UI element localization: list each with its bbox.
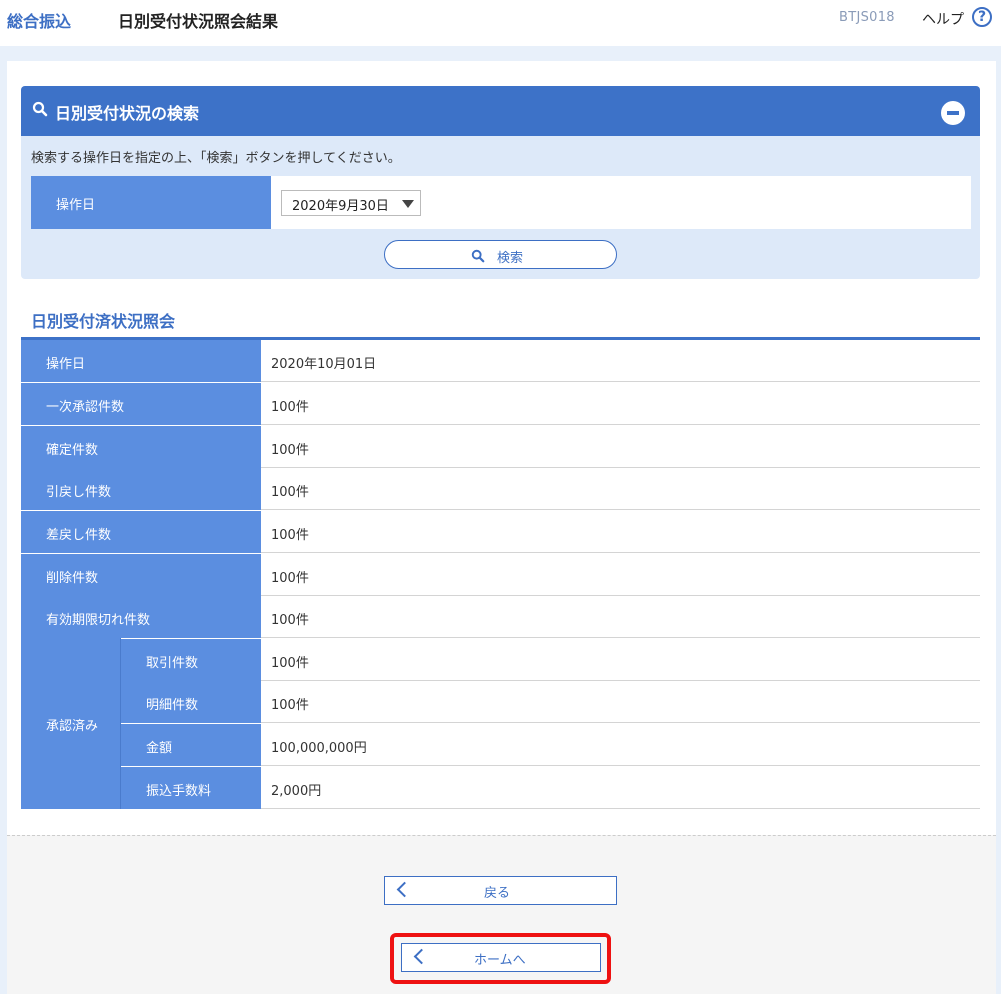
row-value: 100件 xyxy=(271,613,309,628)
row-label: 明細件数 xyxy=(146,698,199,713)
row-header: 一次承認件数 xyxy=(21,383,261,425)
row-header: 引戻し件数 xyxy=(21,468,261,510)
operation-date-select[interactable]: 2020年9月30日 xyxy=(281,190,421,216)
search-description: 検索する操作日を指定の上、「検索」ボタンを押してください。 xyxy=(31,151,401,166)
search-date-row: 操作日 2020年9月30日 xyxy=(31,176,971,229)
row-value: 100件 xyxy=(271,571,309,586)
row-label: 操作日 xyxy=(46,357,86,372)
back-button-label: 戻る xyxy=(484,886,511,901)
search-icon xyxy=(32,101,48,121)
table-row: 引戻し件数 100件 xyxy=(21,468,980,510)
row-value: 100件 xyxy=(271,656,309,671)
sub-row-header: 明細件数 xyxy=(121,681,261,723)
table-row: 有効期限切れ件数 100件 xyxy=(21,596,980,638)
help-icon[interactable]: ? xyxy=(972,7,992,27)
date-label: 操作日 xyxy=(31,176,271,229)
table-row: 操作日 2020年10月01日 xyxy=(21,340,980,382)
search-icon xyxy=(471,248,485,267)
row-value: 2020年10月01日 xyxy=(271,357,377,372)
row-value: 100件 xyxy=(271,400,309,415)
row-value: 100,000,000円 xyxy=(271,741,367,756)
search-panel-title: 日別受付状況の検索 xyxy=(55,104,200,123)
main-card: 日別受付状況の検索 検索する操作日を指定の上、「検索」ボタンを押してください。 … xyxy=(7,61,996,994)
approved-group-header: 承認済み xyxy=(21,638,121,809)
table-row: 金額 100,000,000円 xyxy=(21,724,980,766)
table-row: 振込手数料 2,000円 xyxy=(21,767,980,809)
row-label: 振込手数料 xyxy=(146,784,212,799)
row-label: 金額 xyxy=(146,741,173,756)
row-value: 100件 xyxy=(271,443,309,458)
top-bar: 総合振込 日別受付状況照会結果 BTJS018 ヘルプ ? xyxy=(0,0,1001,46)
date-label-text: 操作日 xyxy=(56,198,96,213)
back-button[interactable]: 戻る xyxy=(384,876,617,905)
table-row: 取引件数 100件 xyxy=(21,639,980,681)
help-link[interactable]: ヘルプ xyxy=(922,9,964,29)
table-row: 削除件数 100件 xyxy=(21,554,980,596)
dropdown-arrow-icon xyxy=(402,200,414,208)
sub-row-header: 取引件数 xyxy=(121,639,261,681)
row-value: 100件 xyxy=(271,528,309,543)
table-row: 一次承認件数 100件 xyxy=(21,383,980,425)
row-value: 2,000円 xyxy=(271,784,322,799)
row-label: 削除件数 xyxy=(46,571,99,586)
chevron-left-icon xyxy=(413,948,430,965)
chevron-left-icon xyxy=(396,881,413,898)
search-button[interactable]: 検索 xyxy=(384,240,617,269)
row-value: 100件 xyxy=(271,698,309,713)
row-header: 差戻し件数 xyxy=(21,511,261,553)
search-panel-header: 日別受付状況の検索 xyxy=(21,86,980,136)
row-label: 有効期限切れ件数 xyxy=(46,613,151,628)
table-row: 差戻し件数 100件 xyxy=(21,511,980,553)
results-section-title: 日別受付済状況照会 xyxy=(31,312,176,331)
row-label: 確定件数 xyxy=(46,443,99,458)
row-header: 削除件数 xyxy=(21,554,261,596)
sub-row-header: 振込手数料 xyxy=(121,767,261,809)
row-label: 差戻し件数 xyxy=(46,528,112,543)
operation-date-value: 2020年9月30日 xyxy=(292,199,389,214)
search-panel: 日別受付状況の検索 検索する操作日を指定の上、「検索」ボタンを押してください。 … xyxy=(21,86,980,279)
action-area: 戻る ホームへ xyxy=(7,835,996,994)
row-label: 取引件数 xyxy=(146,656,199,671)
page-title: 日別受付状況照会結果 xyxy=(118,12,279,31)
home-button-label: ホームへ xyxy=(474,953,526,968)
search-button-label: 検索 xyxy=(497,251,524,266)
row-label: 引戻し件数 xyxy=(46,485,112,500)
app-title[interactable]: 総合振込 xyxy=(7,8,71,32)
row-header: 操作日 xyxy=(21,340,261,382)
table-row: 明細件数 100件 xyxy=(21,681,980,723)
row-header: 確定件数 xyxy=(21,426,261,468)
home-button[interactable]: ホームへ xyxy=(401,943,601,972)
approved-group-label: 承認済み xyxy=(46,719,99,734)
collapse-icon[interactable] xyxy=(941,101,965,125)
sub-row-header: 金額 xyxy=(121,724,261,766)
table-row: 確定件数 100件 xyxy=(21,426,980,468)
row-label: 一次承認件数 xyxy=(46,400,125,415)
row-header: 有効期限切れ件数 xyxy=(21,596,261,638)
screen-id: BTJS018 xyxy=(839,10,895,25)
row-value: 100件 xyxy=(271,485,309,500)
